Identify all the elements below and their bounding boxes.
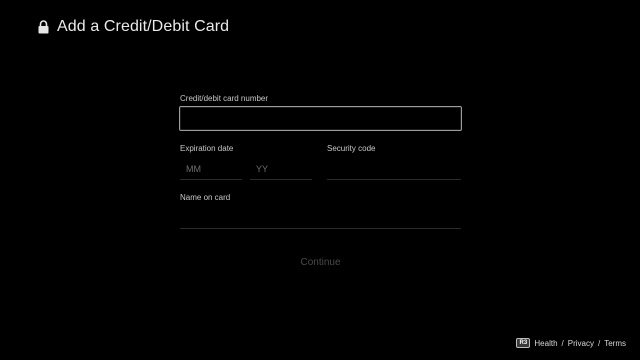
page-header: Add a Credit/Debit Card [38,18,229,36]
link-separator: / [561,338,564,348]
name-on-card-input[interactable] [180,207,461,229]
privacy-link[interactable]: Privacy [568,339,594,348]
add-card-screen: Add a Credit/Debit Card Credit/debit car… [0,0,640,360]
terms-link[interactable]: Terms [604,339,626,348]
expiration-date-label: Expiration date [180,144,234,153]
name-on-card-label: Name on card [180,193,231,202]
lock-icon [38,20,49,34]
expiration-month-input[interactable] [180,158,242,180]
expiration-year-input[interactable] [250,158,312,180]
card-number-input[interactable] [179,106,462,131]
link-separator: / [597,338,601,348]
card-number-label: Credit/debit card number [180,94,269,103]
continue-button[interactable]: Continue [180,252,461,272]
security-code-label: Security code [327,144,376,153]
security-code-input[interactable] [327,158,461,180]
health-link[interactable]: Health [534,339,557,348]
r3-button-icon: R3 [516,338,531,348]
page-title: Add a Credit/Debit Card [57,18,230,35]
footer-links: R3 Health / Privacy / Terms [516,338,626,348]
